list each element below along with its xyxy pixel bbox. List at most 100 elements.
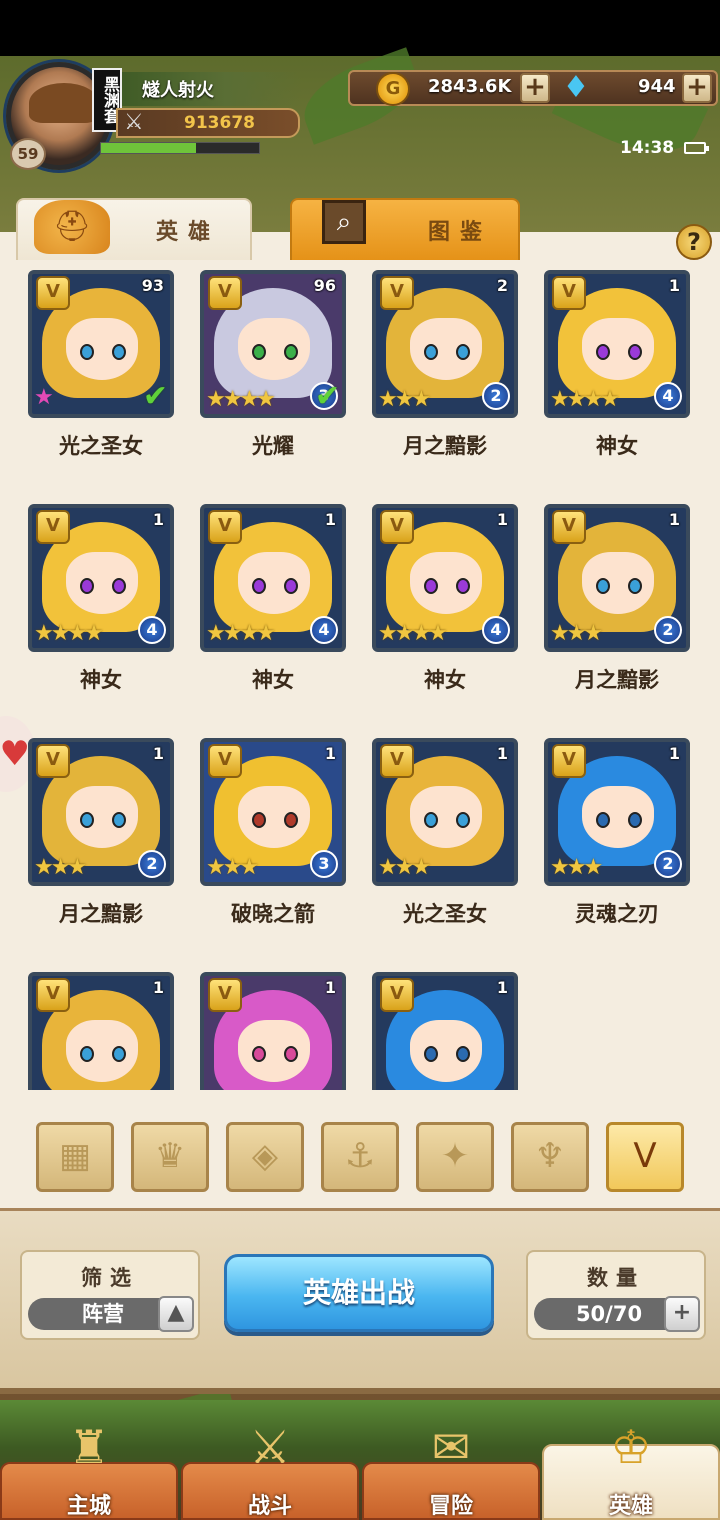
hero-card[interactable]: V 1 ★★★★ 4 bbox=[544, 270, 690, 418]
hero-level: 1 bbox=[324, 510, 336, 529]
hero-card[interactable]: V 1 ★★★ 3 bbox=[200, 738, 346, 886]
hero-eye bbox=[252, 344, 266, 360]
exp-bar bbox=[100, 142, 260, 154]
hero-face bbox=[582, 786, 654, 848]
hero-card[interactable]: V 1 ★★★ 2 bbox=[28, 738, 174, 886]
hero-level: 93 bbox=[141, 276, 164, 295]
class-badge-icon: V bbox=[380, 510, 414, 544]
hero-card[interactable]: V 1 ★★★ 2 bbox=[544, 504, 690, 652]
filter-expand-button[interactable]: ▲ bbox=[158, 1296, 194, 1332]
hero-face bbox=[66, 1020, 138, 1082]
hero-eye bbox=[424, 344, 438, 360]
hero-name: 神女 bbox=[424, 668, 466, 692]
hero-card[interactable]: V 2 ★★★ 2 bbox=[372, 270, 518, 418]
player-name: 燧人射火 bbox=[142, 80, 214, 101]
gold-amount: 2843.6K bbox=[428, 76, 512, 97]
hero-name: 神女 bbox=[80, 668, 122, 692]
hero-level: 1 bbox=[152, 510, 164, 529]
class-badge-icon: V bbox=[208, 978, 242, 1012]
filter-chevron-emblem-icon[interactable]: V bbox=[606, 1122, 684, 1192]
diamond-icon: ♦ bbox=[562, 70, 590, 105]
hero-deploy-button[interactable]: 英雄出战 bbox=[224, 1254, 494, 1332]
hero-rank-badge: 4 bbox=[654, 382, 682, 410]
class-badge-icon: V bbox=[380, 276, 414, 310]
hero-name: 月之黯影 bbox=[575, 668, 659, 692]
expand-capacity-button[interactable]: + bbox=[664, 1296, 700, 1332]
hero-card[interactable]: V 1 ★★★ 2 bbox=[544, 738, 690, 886]
hero-face bbox=[66, 552, 138, 614]
filter-grid-icon[interactable]: ▦ bbox=[36, 1122, 114, 1192]
hero-eye bbox=[284, 812, 298, 828]
nav-label: 英雄 bbox=[608, 1494, 653, 1519]
hero-eye bbox=[424, 578, 438, 594]
hero-card[interactable]: V1 bbox=[372, 972, 518, 1090]
hero-name: 破晓之箭 bbox=[231, 902, 315, 926]
hero-level: 1 bbox=[668, 276, 680, 295]
filter-anchor-icon[interactable]: ⚓ bbox=[321, 1122, 399, 1192]
hero-card[interactable]: V 1 ★★★★ 4 bbox=[200, 504, 346, 652]
hero-eye bbox=[80, 812, 94, 828]
filter-beast-icon[interactable]: ✦ bbox=[416, 1122, 494, 1192]
hero-card[interactable]: V 96 ★★★★ 3 ✔ bbox=[200, 270, 346, 418]
hero-eye bbox=[112, 578, 126, 594]
hero-face bbox=[410, 318, 482, 380]
hero-card[interactable]: V 1 ★★★★ 4 bbox=[372, 504, 518, 652]
hero-rank-badge: 2 bbox=[138, 850, 166, 878]
status-bar bbox=[0, 0, 720, 56]
filter-diamond-emblem-icon[interactable]: ◈ bbox=[226, 1122, 304, 1192]
star-rating-icon: ★★★★ bbox=[550, 387, 620, 412]
castle-icon: ♜ bbox=[68, 1420, 110, 1474]
hero-eye bbox=[112, 812, 126, 828]
hero-eye bbox=[628, 812, 642, 828]
add-gems-button[interactable]: + bbox=[682, 73, 712, 103]
hero-rank-badge: 4 bbox=[310, 616, 338, 644]
hero-rank-badge: 4 bbox=[482, 616, 510, 644]
hero-name: 神女 bbox=[252, 668, 294, 692]
nav-label: 主城 bbox=[66, 1494, 111, 1519]
hero-name: 灵魂之刃 bbox=[575, 902, 659, 926]
combat-power-value: 913678 bbox=[184, 113, 255, 133]
hero-card[interactable]: V1 bbox=[200, 972, 346, 1090]
hero-face bbox=[66, 318, 138, 380]
hero-level: 2 bbox=[496, 276, 508, 295]
hero-eye bbox=[456, 344, 470, 360]
hero-eye bbox=[456, 812, 470, 828]
hero-level: 1 bbox=[496, 510, 508, 529]
hero-face bbox=[582, 318, 654, 380]
add-gold-button[interactable]: + bbox=[520, 73, 550, 103]
star-rating-icon: ★★★ bbox=[378, 855, 431, 880]
hero-grid: V 93 ★ ✔ 光之圣女 V 96 ★★★★ 3 ✔ 光耀 V 2 ★★★ 2 月之黯影 V 1 ★★★★ 4 神女 V… bbox=[0, 262, 704, 1090]
filter-crown-icon[interactable]: ♛ bbox=[131, 1122, 209, 1192]
hero-name: 光耀 bbox=[252, 434, 294, 458]
hero-level: 96 bbox=[313, 276, 336, 295]
star-rating-icon: ★★★★ bbox=[378, 621, 448, 646]
hero-level: 1 bbox=[324, 978, 336, 997]
hero-level: 1 bbox=[496, 744, 508, 763]
hero-card[interactable]: V 93 ★ ✔ bbox=[28, 270, 174, 418]
hero-card[interactable]: V 1 ★★★ bbox=[372, 738, 518, 886]
hero-eye bbox=[456, 578, 470, 594]
exp-fill bbox=[101, 143, 196, 153]
hero-rank-badge: 2 bbox=[654, 616, 682, 644]
star-rating-icon: ★★★ bbox=[550, 621, 603, 646]
filter-select[interactable]: 阵营 bbox=[28, 1298, 178, 1330]
hero-eye bbox=[596, 812, 610, 828]
hero-level: 1 bbox=[668, 510, 680, 529]
hero-rank-badge: 4 bbox=[138, 616, 166, 644]
filter-horned-icon[interactable]: ♆ bbox=[511, 1122, 589, 1192]
hero-card[interactable]: V1 bbox=[28, 972, 174, 1090]
battery-icon bbox=[684, 142, 709, 154]
hero-face bbox=[238, 318, 310, 380]
hero-eye bbox=[424, 1046, 438, 1062]
hero-face bbox=[582, 552, 654, 614]
class-badge-icon: V bbox=[552, 510, 586, 544]
hero-level: 1 bbox=[668, 744, 680, 763]
clock: 14:38 bbox=[620, 138, 675, 158]
hero-eye bbox=[628, 578, 642, 594]
class-badge-icon: V bbox=[36, 510, 70, 544]
class-badge-icon: V bbox=[380, 744, 414, 778]
hero-level: 1 bbox=[496, 978, 508, 997]
tab-heroes-label: 英雄 bbox=[156, 220, 221, 245]
help-button[interactable]: ? bbox=[676, 224, 712, 260]
hero-card[interactable]: V 1 ★★★★ 4 bbox=[28, 504, 174, 652]
